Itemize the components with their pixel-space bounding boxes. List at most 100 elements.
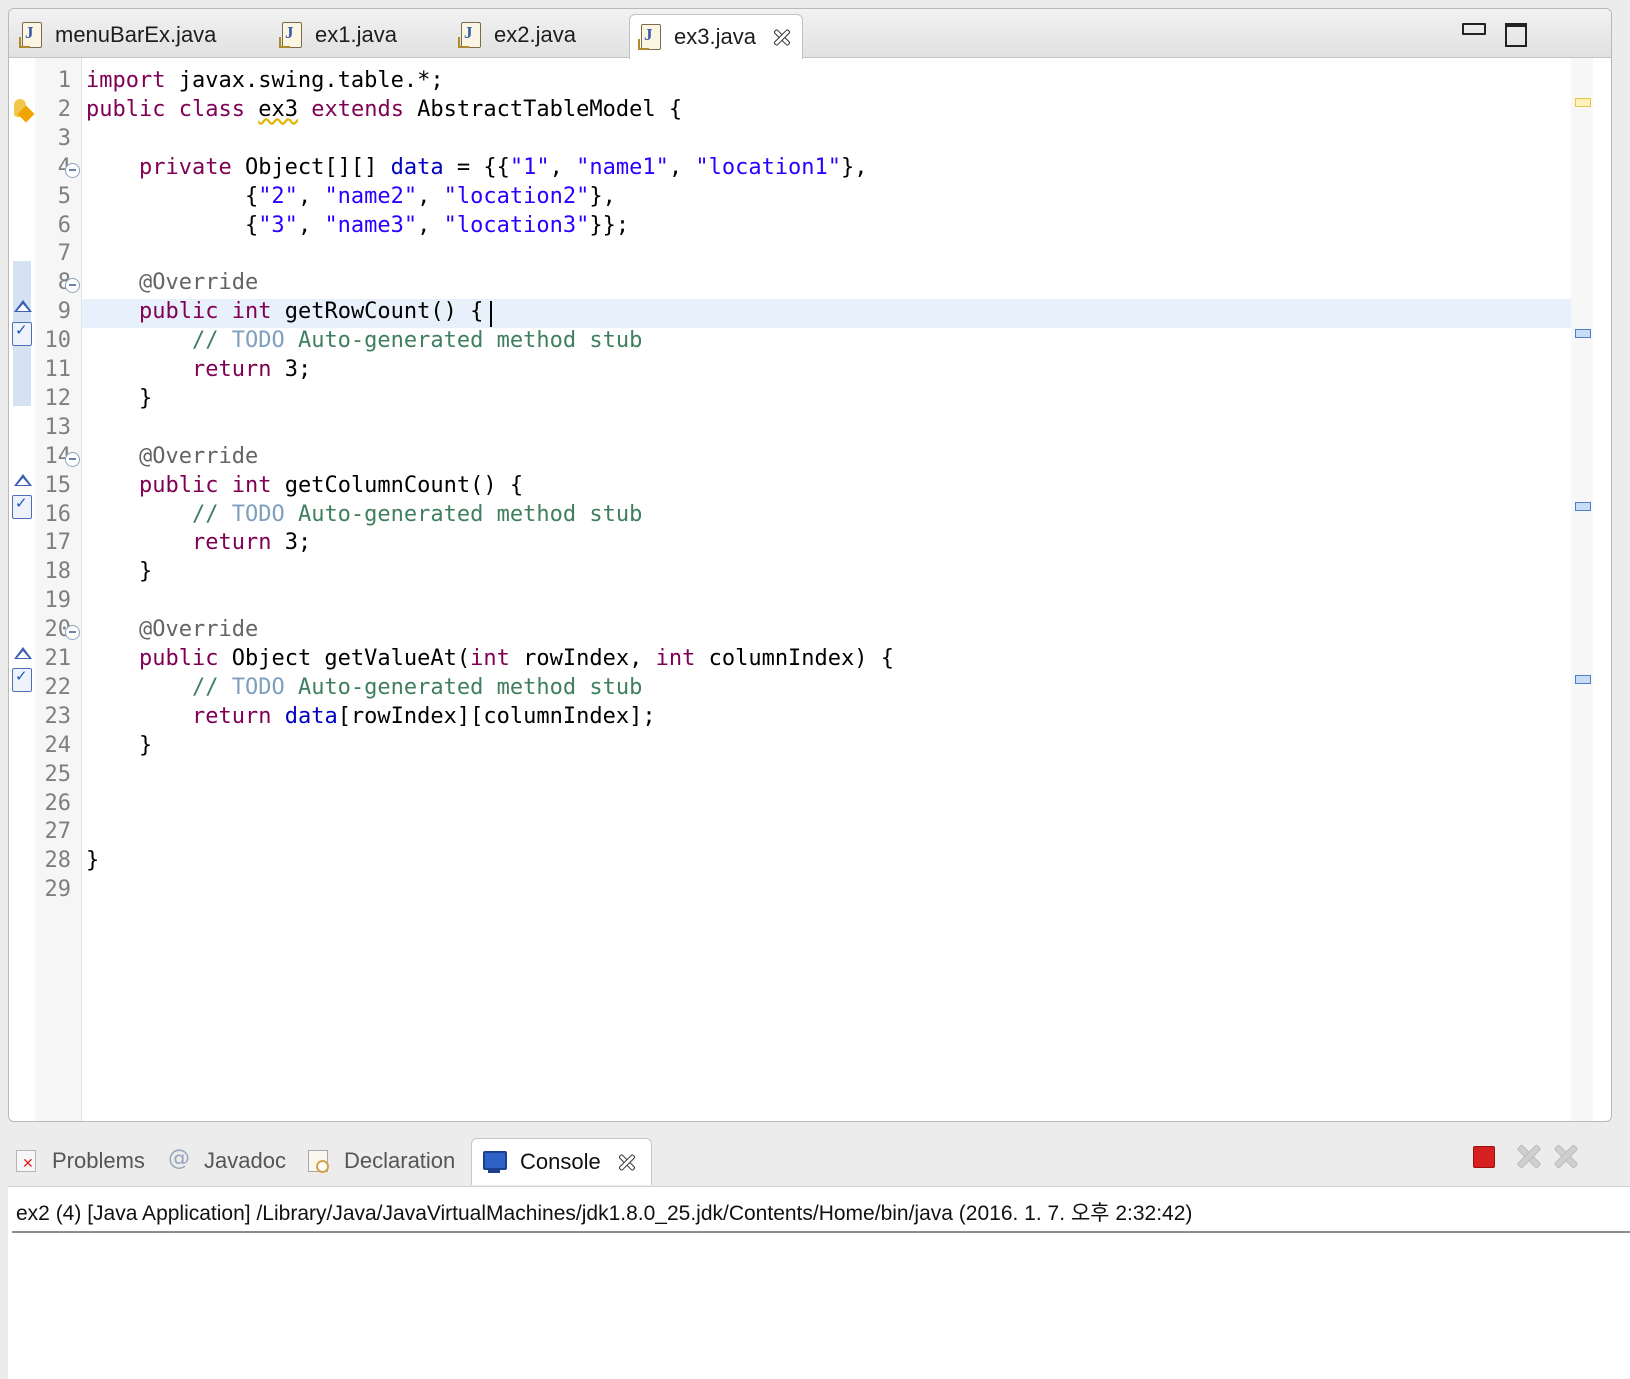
line-number: 26 bbox=[44, 790, 72, 816]
declaration-icon bbox=[306, 1148, 332, 1174]
code-line: @Override bbox=[138, 443, 259, 469]
tab-label: Javadoc bbox=[204, 1148, 286, 1173]
maximize-icon[interactable] bbox=[1505, 23, 1527, 47]
override-triangle-icon[interactable] bbox=[14, 647, 32, 659]
minimize-icon[interactable] bbox=[1462, 23, 1486, 35]
java-editor: J menuBarEx.java J ex1.java J ex2.java J… bbox=[8, 8, 1612, 1122]
line-number: 29 bbox=[44, 877, 72, 903]
javadoc-icon bbox=[166, 1146, 192, 1174]
task-icon[interactable] bbox=[12, 494, 32, 519]
code-line: return 3; bbox=[191, 357, 312, 382]
code-line: {"3", "name3", "location3"}}; bbox=[86, 212, 630, 238]
code-line: // TODO Auto-generated method stub bbox=[191, 674, 643, 700]
java-file-icon: J bbox=[458, 22, 481, 48]
tab-label: menuBarEx.java bbox=[55, 22, 217, 47]
line-number: 7 bbox=[57, 241, 71, 267]
java-file-icon: J bbox=[19, 22, 42, 48]
line-number: 2 bbox=[57, 96, 71, 122]
fold-collapse-icon[interactable] bbox=[65, 278, 80, 294]
tab-label: ex2.java bbox=[494, 22, 576, 47]
line-number: 16 bbox=[44, 501, 72, 527]
console-panel: Problems Javadoc Declaration Console ex2… bbox=[0, 1130, 1630, 1379]
close-tab-icon[interactable] bbox=[770, 26, 792, 48]
java-file-icon: J bbox=[638, 24, 661, 50]
fold-collapse-icon[interactable] bbox=[65, 625, 80, 641]
remove-launch-button[interactable] bbox=[1515, 1142, 1541, 1168]
tab-declaration[interactable]: Declaration bbox=[306, 1138, 455, 1184]
line-number: 21 bbox=[44, 646, 72, 671]
code-line: } bbox=[86, 732, 153, 758]
code-text-area[interactable]: import javax.swing.table.*; public class … bbox=[82, 58, 1571, 1121]
code-line: public int getColumnCount() { bbox=[138, 472, 524, 498]
tab-label: Console bbox=[520, 1149, 601, 1174]
line-number: 23 bbox=[44, 703, 72, 729]
tab-menubarex-java[interactable]: J menuBarEx.java bbox=[19, 15, 216, 55]
line-number: 5 bbox=[57, 183, 71, 209]
fold-collapse-icon[interactable] bbox=[65, 451, 80, 467]
task-marker[interactable] bbox=[1575, 502, 1591, 511]
line-number: 12 bbox=[44, 385, 72, 411]
window-edge bbox=[1614, 0, 1630, 1130]
code-line: public class ex3 extends AbstractTableMo… bbox=[86, 96, 683, 122]
code-line: {"2", "name2", "location2"}, bbox=[86, 183, 616, 209]
line-number: 27 bbox=[44, 819, 72, 845]
code-line: @Override bbox=[138, 617, 259, 643]
line-number: 11 bbox=[44, 357, 72, 382]
warning-marker[interactable] bbox=[1575, 98, 1591, 107]
code-line: public int getRowCount() { bbox=[138, 299, 484, 325]
line-number: 3 bbox=[57, 125, 71, 151]
overview-ruler[interactable] bbox=[1571, 58, 1593, 1121]
tab-problems[interactable]: Problems bbox=[14, 1138, 145, 1184]
code-line: @Override bbox=[138, 270, 259, 296]
editor-tab-bar: J menuBarEx.java J ex1.java J ex2.java J… bbox=[9, 9, 1611, 59]
line-number: 17 bbox=[44, 530, 72, 556]
line-number: 18 bbox=[44, 559, 72, 585]
console-icon bbox=[482, 1149, 508, 1175]
line-number: 19 bbox=[44, 588, 72, 614]
warning-lightbulb-icon[interactable] bbox=[12, 99, 32, 121]
code-line: private Object[][] data = {{"1", "name1"… bbox=[138, 154, 868, 180]
code-line: } bbox=[86, 385, 153, 411]
code-line: return data[rowIndex][columnIndex]; bbox=[191, 703, 656, 729]
text-caret bbox=[489, 301, 492, 328]
line-number: 22 bbox=[44, 674, 72, 700]
tab-label: Problems bbox=[52, 1148, 145, 1173]
close-tab-icon[interactable] bbox=[615, 1151, 637, 1173]
line-number-ruler: 1234567891011121314151617181920212223242… bbox=[35, 58, 82, 1121]
code-line: import javax.swing.table.*; bbox=[86, 68, 444, 93]
tab-label: ex1.java bbox=[315, 22, 397, 47]
code-line: // TODO Auto-generated method stub bbox=[191, 328, 643, 354]
override-triangle-icon[interactable] bbox=[14, 474, 32, 486]
tab-ex3-java[interactable]: J ex3.java bbox=[629, 14, 803, 59]
tab-ex2-java[interactable]: J ex2.java bbox=[458, 15, 576, 55]
task-icon[interactable] bbox=[12, 667, 32, 692]
terminate-button[interactable] bbox=[1473, 1146, 1495, 1168]
console-divider bbox=[12, 1231, 1630, 1233]
launch-info-text: ex2 (4) [Java Application] /Library/Java… bbox=[16, 1202, 1193, 1225]
tab-javadoc[interactable]: Javadoc bbox=[166, 1138, 286, 1184]
code-line: } bbox=[86, 848, 100, 874]
tab-console[interactable]: Console bbox=[471, 1138, 652, 1185]
line-number: 24 bbox=[44, 732, 72, 758]
code-line: public Object getValueAt(int rowIndex, i… bbox=[138, 646, 895, 671]
task-icon[interactable] bbox=[12, 321, 32, 346]
task-marker[interactable] bbox=[1575, 675, 1591, 684]
line-number: 28 bbox=[44, 848, 72, 874]
line-number: 15 bbox=[44, 472, 72, 498]
console-output[interactable]: ex2 (4) [Java Application] /Library/Java… bbox=[8, 1186, 1630, 1379]
line-number: 25 bbox=[44, 761, 72, 787]
remove-all-terminated-button[interactable] bbox=[1552, 1142, 1578, 1168]
override-triangle-icon[interactable] bbox=[14, 300, 32, 312]
tab-ex1-java[interactable]: J ex1.java bbox=[279, 15, 397, 55]
line-number: 9 bbox=[57, 299, 71, 325]
tab-label: ex3.java bbox=[674, 24, 756, 49]
code-line: } bbox=[86, 559, 153, 585]
task-marker[interactable] bbox=[1575, 329, 1591, 338]
line-number: 6 bbox=[57, 212, 71, 238]
fold-collapse-icon[interactable] bbox=[65, 162, 80, 178]
line-number: 13 bbox=[44, 414, 72, 440]
tab-label: Declaration bbox=[344, 1148, 456, 1173]
line-number: 10 bbox=[44, 328, 72, 354]
code-line: // TODO Auto-generated method stub bbox=[191, 501, 643, 527]
code-line: return 3; bbox=[191, 530, 312, 556]
